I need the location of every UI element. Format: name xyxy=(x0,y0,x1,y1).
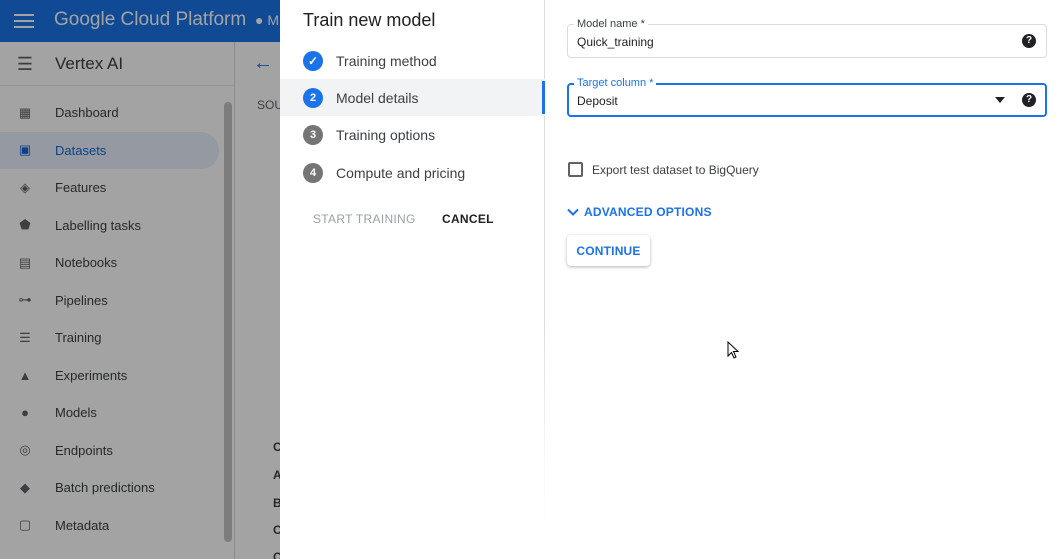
continue-button[interactable]: CONTINUE xyxy=(567,235,650,266)
help-icon[interactable]: ? xyxy=(1022,93,1036,107)
step-label: Training method xyxy=(336,52,437,69)
advanced-options-toggle[interactable]: ADVANCED OPTIONS xyxy=(566,205,712,219)
model-name-value[interactable]: Quick_training xyxy=(577,35,654,49)
chevron-down-icon xyxy=(567,208,579,216)
step-number: 2 xyxy=(303,87,323,108)
mouse-cursor-icon xyxy=(727,341,740,359)
model-name-field[interactable]: Model name * Quick_training ? xyxy=(567,18,1047,58)
step-label: Compute and pricing xyxy=(336,164,466,181)
step-label: Training options xyxy=(336,126,436,143)
step-compute-pricing[interactable]: 4 Compute and pricing xyxy=(280,154,545,191)
dropdown-arrow-icon[interactable] xyxy=(995,97,1005,103)
step-number: 4 xyxy=(303,162,323,183)
export-checkbox-label[interactable]: Export test dataset to BigQuery xyxy=(592,163,759,177)
export-bigquery-option[interactable]: Export test dataset to BigQuery xyxy=(568,162,759,177)
target-column-select[interactable]: Target column * Deposit ? xyxy=(567,77,1047,117)
dialog-title: Train new model xyxy=(303,10,436,30)
advanced-options-label: ADVANCED OPTIONS xyxy=(584,205,712,219)
help-icon[interactable]: ? xyxy=(1022,34,1036,48)
step-label: Model details xyxy=(336,89,419,106)
export-checkbox[interactable] xyxy=(568,162,583,177)
model-name-label: Model name * xyxy=(574,18,648,30)
step-number: 3 xyxy=(303,124,323,145)
start-training-button[interactable]: START TRAINING xyxy=(313,212,416,226)
target-column-label: Target column * xyxy=(574,77,657,89)
cancel-button[interactable]: CANCEL xyxy=(442,212,494,226)
bottom-fade-overlay xyxy=(280,320,1057,559)
target-column-value[interactable]: Deposit xyxy=(577,94,618,108)
step-training-options[interactable]: 3 Training options xyxy=(280,116,545,153)
step-model-details[interactable]: 2 Model details xyxy=(280,79,545,116)
checkmark-icon: ✓ xyxy=(303,50,323,71)
step-training-method[interactable]: ✓ Training method xyxy=(280,42,545,79)
